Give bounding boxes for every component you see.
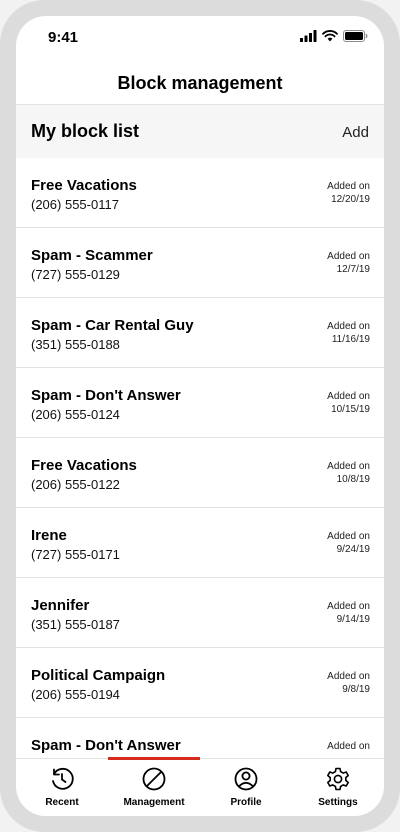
added-on-label: Added on — [327, 461, 370, 472]
added-on-label: Added on — [327, 601, 370, 612]
block-list: Free Vacations (206) 555-0117 Added on 12/2… — [16, 158, 384, 788]
added-on-label: Added on — [327, 741, 370, 752]
blocked-contact-name: Spam - Don't Answer — [31, 387, 181, 404]
blocked-contact-name: Free Vacations — [31, 177, 137, 194]
block-list-row[interactable]: Spam - Car Rental Guy (351) 555-0188 Added… — [16, 298, 384, 368]
blocked-contact-phone: (206) 555-0194 — [31, 687, 120, 702]
added-on-info: Added on 12/20/19 — [327, 180, 370, 206]
blocked-contact-name: Spam - Don't Answer — [31, 737, 181, 754]
blocked-contact-phone: (727) 555-0171 — [31, 547, 120, 562]
block-list-row[interactable]: Jennifer (351) 555-0187 Added on 9/14/19 — [16, 578, 384, 648]
added-on-info: Added on 9/8/19 — [327, 670, 370, 696]
added-on-info: Added on 9/24/19 — [327, 530, 370, 556]
blocked-contact-phone: (206) 555-0124 — [31, 407, 120, 422]
added-on-date: 12/7/19 — [336, 264, 370, 275]
added-on-label: Added on — [327, 251, 370, 262]
nav-item-management[interactable]: Management — [108, 759, 200, 816]
added-on-date: 9/8/19 — [342, 684, 370, 695]
status-time: 9:41 — [48, 29, 79, 46]
block-icon — [142, 767, 166, 791]
blocked-contact-name: Free Vacations — [31, 457, 137, 474]
added-on-date: 10/8/19 — [336, 474, 370, 485]
blocked-contact-phone: (206) 555-0122 — [31, 477, 120, 492]
added-on-info: Added on 9/14/19 — [327, 600, 370, 626]
nav-label-profile: Profile — [230, 797, 262, 808]
app-header: Block management — [16, 62, 384, 105]
page-title: Block management — [117, 72, 283, 93]
added-on-label: Added on — [327, 531, 370, 542]
added-on-label: Added on — [327, 391, 370, 402]
block-list-row[interactable]: Free Vacations (206) 555-0122 Added on 10/8… — [16, 438, 384, 508]
blocked-contact-phone: (351) 555-0187 — [31, 617, 120, 632]
gear-icon — [327, 767, 349, 791]
signal-icon — [300, 30, 317, 42]
profile-icon — [234, 767, 258, 791]
nav-label-management: Management — [123, 797, 185, 808]
added-on-date: 10/15/19 — [331, 404, 370, 415]
added-on-date: 11/16/19 — [331, 334, 370, 345]
bottom-nav: Recent Management Profile Settings — [16, 757, 384, 816]
added-on-label: Added on — [327, 181, 370, 192]
added-on-info: Added on — [327, 740, 370, 753]
add-button[interactable]: Add — [342, 124, 369, 141]
blocked-contact-name: Irene — [31, 527, 67, 544]
nav-label-recent: Recent — [45, 797, 79, 808]
added-on-label: Added on — [327, 321, 370, 332]
added-on-date: 9/24/19 — [336, 544, 370, 555]
battery-icon — [343, 30, 368, 42]
blocked-contact-name: Political Campaign — [31, 667, 166, 684]
device-frame: 9:41 Block management My block list Add … — [0, 0, 400, 832]
section-title: My block list — [31, 121, 140, 141]
wifi-icon — [322, 30, 338, 42]
added-on-date: 9/14/19 — [336, 614, 370, 625]
blocked-contact-phone: (727) 555-0129 — [31, 267, 120, 282]
added-on-info: Added on 12/7/19 — [327, 250, 370, 276]
blocked-contact-phone: (206) 555-0117 — [31, 197, 119, 212]
added-on-info: Added on 10/15/19 — [327, 390, 370, 416]
recent-clock-icon — [52, 767, 74, 790]
status-bar: 9:41 — [16, 16, 384, 62]
added-on-date: 12/20/19 — [331, 194, 370, 205]
block-list-row[interactable]: Political Campaign (206) 555-0194 Added on… — [16, 648, 384, 718]
blocked-contact-name: Spam - Scammer — [31, 247, 153, 264]
block-list-row[interactable]: Free Vacations (206) 555-0117 Added on 12/2… — [16, 158, 384, 228]
block-list-row[interactable]: Spam - Scammer (727) 555-0129 Added on 12/7… — [16, 228, 384, 298]
nav-label-settings: Settings — [318, 797, 358, 808]
app-screen: 9:41 Block management My block list Add … — [16, 16, 384, 816]
blocked-contact-name: Spam - Car Rental Guy — [31, 317, 194, 334]
block-list-row[interactable]: Spam - Don't Answer (206) 555-0124 Added o… — [16, 368, 384, 438]
nav-item-settings[interactable]: Settings — [292, 759, 384, 816]
added-on-label: Added on — [327, 671, 370, 682]
blocked-contact-name: Jennifer — [31, 597, 90, 614]
status-icons — [300, 30, 368, 42]
block-list-header: My block list Add — [16, 105, 384, 159]
nav-item-profile[interactable]: Profile — [200, 759, 292, 816]
blocked-contact-phone: (351) 555-0188 — [31, 337, 120, 352]
added-on-info: Added on 10/8/19 — [327, 460, 370, 486]
block-list-row[interactable]: Irene (727) 555-0171 Added on 9/24/19 — [16, 508, 384, 578]
added-on-info: Added on 11/16/19 — [327, 320, 370, 346]
nav-item-recent[interactable]: Recent — [16, 759, 108, 816]
